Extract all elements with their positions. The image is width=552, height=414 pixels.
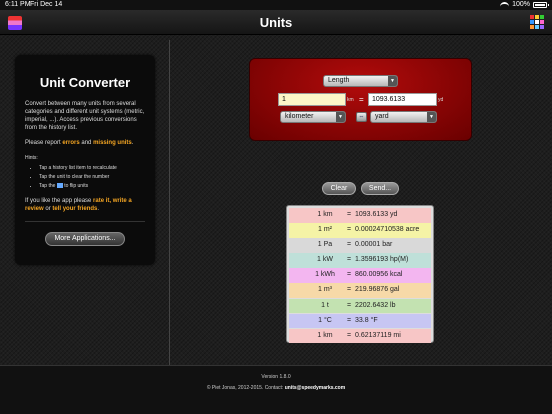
- report-errors-link[interactable]: errors: [62, 140, 79, 146]
- hint-item: Tap the unit to clear the number: [39, 174, 145, 180]
- chevron-down-icon: ▼: [336, 112, 345, 122]
- history-rhs: 33.8 °F: [355, 316, 378, 324]
- like-suffix: .: [97, 206, 100, 212]
- history-rhs: 1093.6133 yd: [355, 211, 398, 218]
- history-row[interactable]: 1 km = 0.62137119 mi: [289, 328, 431, 344]
- version-text: Version 1.8.0: [261, 374, 291, 380]
- history-lhs: 1 kWh: [315, 271, 335, 279]
- hint-item: Tap a history list item to recalculate: [39, 165, 145, 171]
- page-title: Units: [259, 15, 293, 30]
- history-equals: =: [346, 316, 352, 324]
- vertical-divider: [169, 40, 170, 365]
- report-text: Please report errors and missing units.: [25, 139, 145, 147]
- tell-friends-link[interactable]: tell your friends: [52, 206, 97, 212]
- info-title: Unit Converter: [39, 75, 131, 90]
- history-rhs: 0.00001 bar: [355, 241, 393, 249]
- history-equals: =: [346, 241, 352, 249]
- history-equals: =: [346, 331, 352, 339]
- history-rhs: 0.00024710538 acre: [355, 226, 420, 234]
- info-divider: [25, 221, 145, 222]
- category-select[interactable]: Length ▼: [323, 75, 398, 87]
- history-row[interactable]: 1 m² = 0.00024710538 acre: [289, 223, 431, 238]
- equals-sign: =: [359, 95, 364, 104]
- history-row[interactable]: 1 m³ = 219.96876 gal: [289, 283, 431, 298]
- info-intro: Convert between many units from several …: [25, 101, 145, 131]
- like-text: If you like the app please rate it, writ…: [25, 197, 145, 213]
- copyright-prefix: © Piet Jonas, 2012-2015. Contact:: [206, 385, 285, 391]
- status-time: 6:11 PM: [5, 1, 31, 8]
- history-equals: =: [346, 256, 352, 264]
- to-unit-value: yard: [375, 113, 389, 120]
- input-unit-abbr[interactable]: km: [347, 97, 354, 103]
- history-lhs: 1 °C: [318, 316, 332, 324]
- hint-flip-prefix: Tap the: [39, 183, 56, 189]
- category-value: Length: [328, 77, 350, 84]
- send-button[interactable]: Send...: [361, 182, 399, 195]
- history-equals: =: [346, 226, 352, 234]
- contact-email-link[interactable]: units@speedymarks.com: [285, 385, 345, 391]
- battery-percent: 100%: [512, 1, 530, 8]
- hints-label: Hints:: [25, 155, 38, 161]
- battery-icon: [533, 2, 549, 8]
- status-bar: 6:11 PM Fri Dec 14 100%: [0, 0, 552, 10]
- from-unit-select[interactable]: kilometer ▼: [280, 111, 346, 123]
- swap-units-button[interactable]: ⇔: [356, 112, 367, 122]
- to-unit-select[interactable]: yard ▼: [370, 111, 437, 123]
- info-panel: Unit Converter Convert between many unit…: [15, 55, 155, 265]
- history-rhs: 219.96876 gal: [355, 286, 400, 294]
- report-suffix: .: [131, 140, 134, 146]
- history-lhs: 1 km: [317, 331, 333, 339]
- history-lhs: 1 m³: [318, 286, 332, 294]
- nav-bar: Units: [0, 10, 552, 35]
- history-rhs: 860.00956 kcal: [355, 271, 403, 279]
- clear-button[interactable]: Clear: [322, 182, 356, 195]
- history-rhs: 2202.6432 lb: [355, 301, 396, 309]
- history-row[interactable]: 1 t = 2202.6432 lb: [289, 298, 431, 314]
- hints: Hints: Tap a history list item to recalc…: [25, 155, 145, 189]
- more-applications-button[interactable]: More Applications...: [45, 232, 125, 246]
- history-row[interactable]: 1 Pa = 0.00001 bar: [289, 238, 431, 253]
- history-lhs: 1 kW: [317, 256, 333, 264]
- chevron-down-icon: ▼: [388, 76, 397, 86]
- report-prefix: Please report: [25, 140, 63, 146]
- history-lhs: 1 t: [321, 301, 329, 309]
- wifi-icon: [500, 2, 510, 8]
- swap-icon: ⇔: [358, 114, 365, 120]
- copyright-text: © Piet Jonas, 2012-2015. Contact: units@…: [0, 385, 552, 391]
- status-date: Fri Dec 14: [30, 1, 63, 8]
- output-value-field[interactable]: [368, 93, 437, 106]
- output-unit-abbr[interactable]: yd: [438, 97, 443, 103]
- flip-icon: [56, 183, 63, 189]
- history-row[interactable]: 1 km = 1093.6133 yd: [289, 208, 431, 223]
- history-row[interactable]: 1 °C = 33.8 °F: [289, 313, 431, 329]
- history-equals: =: [346, 286, 352, 294]
- input-value-field[interactable]: [278, 93, 346, 106]
- chevron-down-icon: ▼: [427, 112, 436, 122]
- history-lhs: 1 km: [317, 211, 333, 218]
- history-equals: =: [346, 211, 352, 218]
- history-row[interactable]: 1 kWh = 860.00956 kcal: [289, 268, 431, 283]
- history-row[interactable]: 1 kW = 1.3596193 hp(M): [289, 253, 431, 268]
- hint-item: Tap the to flip units: [39, 183, 145, 189]
- history-lhs: 1 Pa: [317, 241, 333, 249]
- report-and: and: [79, 140, 94, 146]
- report-missing-link[interactable]: missing units: [93, 140, 132, 146]
- history-lhs: 1 m²: [318, 226, 332, 234]
- hint-flip-suffix: to flip units: [64, 183, 89, 189]
- like-prefix: If you like the app please: [25, 198, 94, 204]
- history-list: 1 km = 1093.6133 yd 1 m² = 0.00024710538 acr…: [286, 205, 434, 344]
- status-right: 100%: [500, 0, 549, 10]
- from-unit-value: kilometer: [285, 113, 314, 120]
- history-rhs: 0.62137119 mi: [355, 331, 401, 339]
- footer: Version 1.8.0 © Piet Jonas, 2012-2015. C…: [0, 365, 552, 414]
- apps-grid-icon[interactable]: [530, 15, 544, 29]
- history-rhs: 1.3596193 hp(M): [355, 256, 409, 264]
- history-equals: =: [346, 271, 352, 279]
- history-equals: =: [346, 301, 352, 309]
